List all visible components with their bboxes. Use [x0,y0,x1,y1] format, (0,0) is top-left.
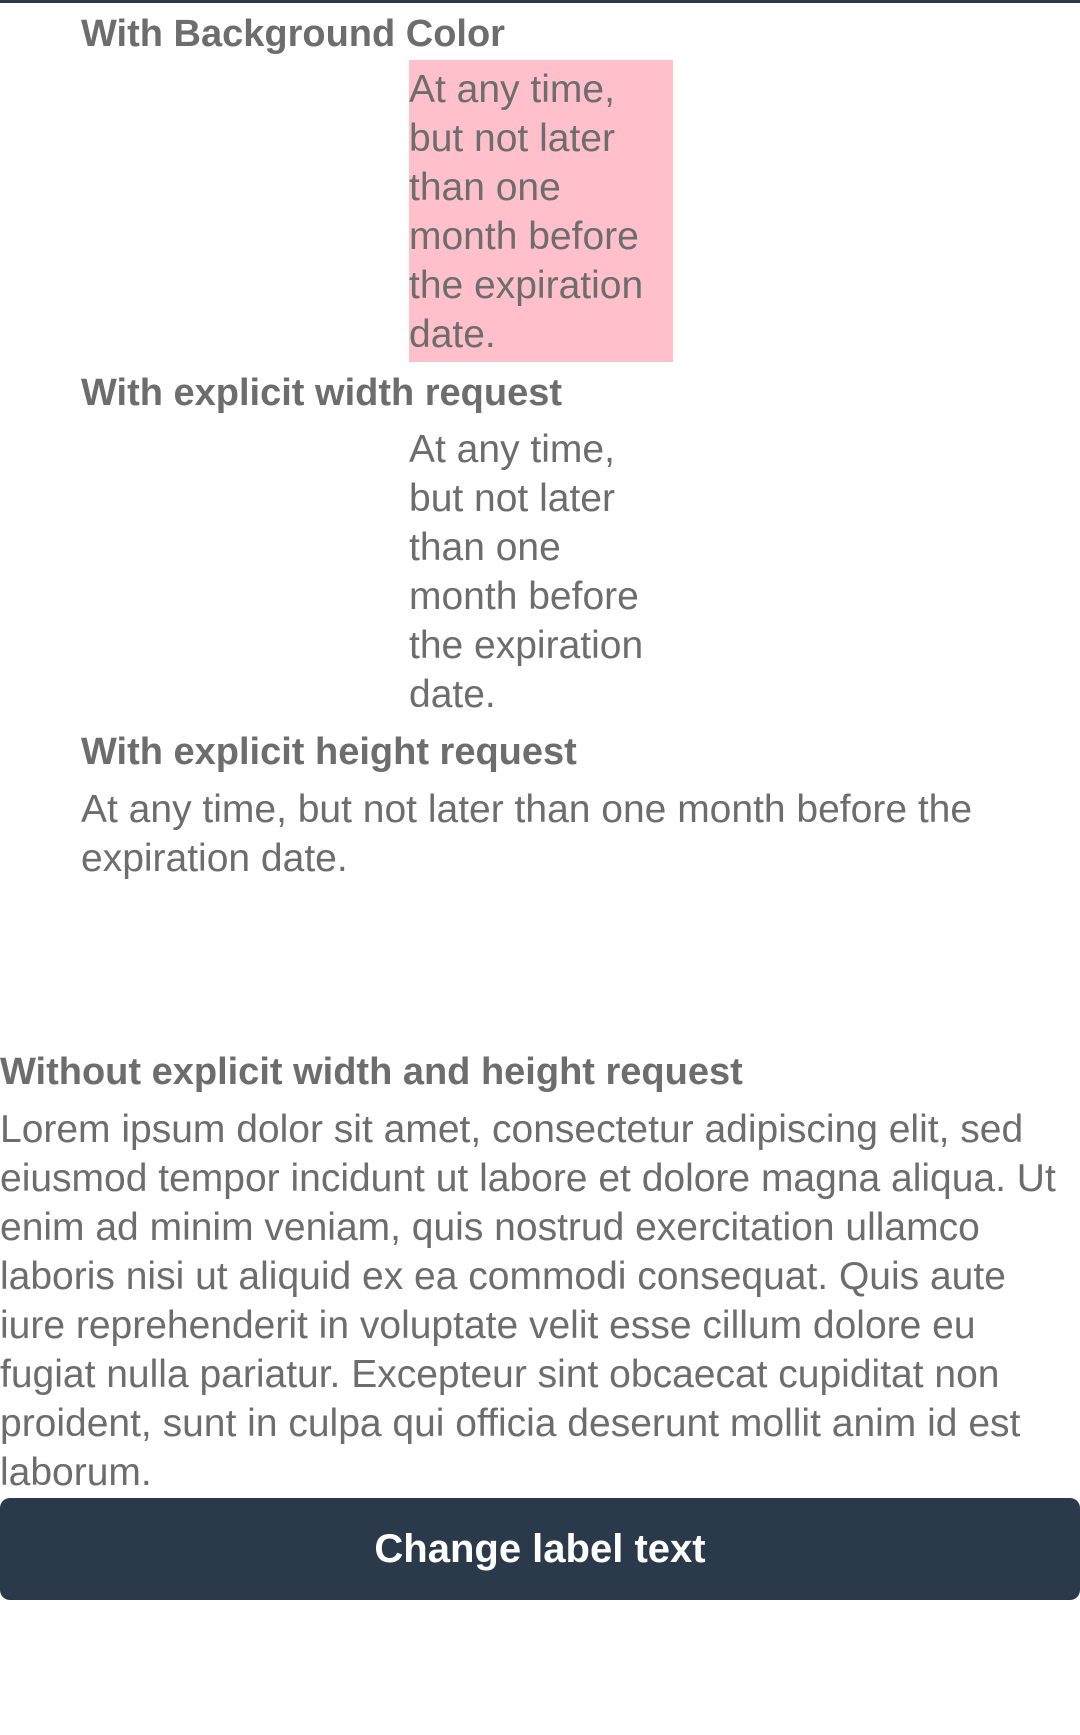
heading-background-color: With Background Color [81,13,505,55]
label-explicit-height: At any time, but not later than one mont… [81,788,973,880]
heading-without-explicit: Without explicit width and height reques… [0,1051,743,1093]
label-without-explicit: Lorem ipsum dolor sit amet, consectetur … [0,1108,1056,1494]
label-background-color: At any time, but not later than one mont… [409,60,673,362]
top-border [0,0,1080,3]
heading-explicit-width: With explicit width request [81,372,563,414]
heading-explicit-height: With explicit height request [81,731,577,773]
label-explicit-width: At any time, but not later than one mont… [409,428,644,716]
change-label-text-button[interactable]: Change label text [0,1498,1080,1600]
